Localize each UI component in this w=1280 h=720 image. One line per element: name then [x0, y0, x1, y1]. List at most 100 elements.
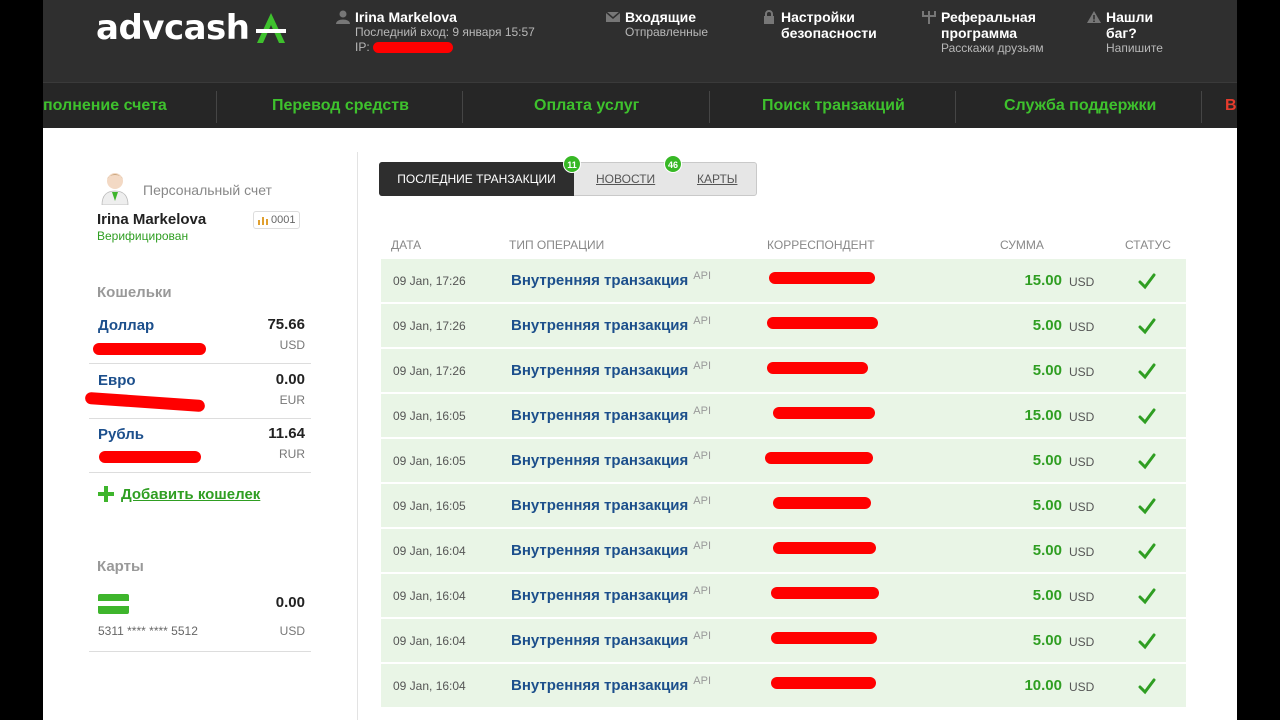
row-currency: USD [1069, 365, 1095, 379]
row-date: 09 Jan, 16:05 [393, 409, 466, 423]
transaction-row[interactable]: 09 Jan, 17:26 Внутренняя транзакция API 5.0… [381, 304, 1186, 348]
row-date: 09 Jan, 16:04 [393, 544, 466, 558]
wallet-eur[interactable]: Евро 0.00 EUR [84, 364, 311, 419]
nav-search-transactions[interactable]: Поиск транзакций [762, 83, 905, 129]
transaction-row[interactable]: 09 Jan, 16:04 Внутренняя транзакция API 5.0… [381, 529, 1186, 573]
row-currency: USD [1069, 500, 1095, 514]
row-api-tag: API [693, 270, 712, 282]
wallet-name[interactable]: Доллар [98, 317, 154, 334]
correspondent-redaction [767, 317, 878, 329]
row-type-link[interactable]: Внутренняя транзакция API [511, 675, 711, 694]
main-nav: полнение счета Перевод средств Оплата ус… [43, 82, 1237, 128]
envelope-icon [605, 11, 621, 22]
referral-program-link[interactable]: Реферальная программа Расскажи друзьям [922, 9, 1044, 56]
status-check-icon [1138, 318, 1156, 335]
header-user-name: Irina Markelova [355, 9, 457, 25]
row-api-tag: API [693, 585, 712, 597]
wallet-name[interactable]: Евро [98, 372, 136, 389]
transaction-row[interactable]: 09 Jan, 16:05 Внутренняя транзакция API 15.… [381, 394, 1186, 438]
transaction-row[interactable]: 09 Jan, 16:05 Внутренняя транзакция API 5.0… [381, 439, 1186, 483]
add-wallet-button[interactable]: Добавить кошелек [97, 485, 260, 503]
nav-pay-services[interactable]: Оплата услуг [534, 83, 639, 129]
nav-support[interactable]: Служба поддержки [1004, 83, 1156, 129]
transaction-row[interactable]: 09 Jan, 16:04 Внутренняя транзакция API 5.0… [381, 574, 1186, 618]
row-date: 09 Jan, 16:04 [393, 634, 466, 648]
row-type-link[interactable]: Внутренняя транзакция API [511, 540, 711, 559]
wallet-currency: EUR [279, 393, 305, 407]
row-type-link[interactable]: Внутренняя транзакция API [511, 450, 711, 469]
inbox-link[interactable]: Входящие Отправленные [605, 9, 708, 40]
row-date: 09 Jan, 16:04 [393, 589, 466, 603]
security-settings-link[interactable]: Настройки безопасности [764, 9, 877, 41]
row-type-label: Внутренняя транзакция [511, 317, 689, 334]
row-type-link[interactable]: Внутренняя транзакция API [511, 270, 711, 289]
avatar-icon [101, 173, 129, 205]
nav-exit[interactable]: В [1225, 83, 1237, 129]
referral-line1: Реферальная [941, 9, 1036, 25]
transaction-row[interactable]: 09 Jan, 17:26 Внутренняя транзакция API 5.0… [381, 349, 1186, 393]
col-header-correspondent: КОРРЕСПОНДЕНТ [767, 238, 875, 252]
nav-top-up[interactable]: полнение счета [43, 83, 167, 129]
row-api-tag: API [693, 675, 712, 687]
row-date: 09 Jan, 16:05 [393, 499, 466, 513]
security-line2: безопасности [781, 25, 877, 41]
transaction-row[interactable]: 09 Jan, 16:04 Внутренняя транзакция API 10.… [381, 664, 1186, 708]
col-header-date: ДАТА [391, 238, 422, 252]
row-currency: USD [1069, 455, 1095, 469]
wallet-name[interactable]: Рубль [98, 426, 144, 443]
bug-sub: Напишите [1106, 41, 1163, 55]
status-check-icon [1138, 588, 1156, 605]
row-type-label: Внутренняя транзакция [511, 362, 689, 379]
transactions-count-badge: 11 [563, 155, 581, 173]
correspondent-redaction [773, 497, 871, 509]
row-currency: USD [1069, 545, 1095, 559]
tab-news[interactable]: НОВОСТИ [596, 163, 655, 195]
status-check-icon [1138, 498, 1156, 515]
col-header-type: ТИП ОПЕРАЦИИ [509, 238, 605, 252]
card-item[interactable]: 5311 **** **** 5512 0.00 USD [89, 582, 311, 652]
tab-last-transactions[interactable]: ПОСЛЕДНИЕ ТРАНЗАКЦИИ [379, 162, 574, 196]
sent-link[interactable]: Отправленные [625, 25, 708, 40]
row-type-link[interactable]: Внутренняя транзакция API [511, 360, 711, 379]
row-type-link[interactable]: Внутренняя транзакция API [511, 495, 711, 514]
logo-text-cash: cash [163, 8, 250, 48]
inbox-title: Входящие [625, 9, 696, 25]
row-amount: 10.00 [1024, 677, 1062, 694]
row-amount: 5.00 [1032, 542, 1062, 559]
row-api-tag: API [693, 360, 712, 372]
tab-cards[interactable]: КАРТЫ [697, 163, 737, 195]
transaction-row[interactable]: 09 Jan, 16:05 Внутренняя транзакция API 5.0… [381, 484, 1186, 528]
row-type-link[interactable]: Внутренняя транзакция API [511, 585, 711, 604]
correspondent-redaction [771, 587, 879, 599]
status-check-icon [1138, 408, 1156, 425]
wallet-usd[interactable]: Доллар 75.66 USD [89, 309, 311, 364]
wallet-rub[interactable]: Рубль 11.64 RUR [89, 418, 311, 473]
wallet-balance: 11.64 [268, 425, 305, 442]
wallet-balance: 0.00 [275, 371, 305, 388]
row-type-link[interactable]: Внутренняя транзакция API [511, 315, 711, 334]
row-api-tag: API [693, 405, 712, 417]
row-api-tag: API [693, 495, 712, 507]
row-type-label: Внутренняя транзакция [511, 677, 689, 694]
correspondent-redaction [769, 272, 875, 284]
advcash-logo[interactable]: adv cash [96, 8, 288, 48]
transaction-row[interactable]: 09 Jan, 16:04 Внутренняя транзакция API 5.0… [381, 619, 1186, 663]
wallet-currency: USD [279, 338, 305, 352]
user-info[interactable]: Irina Markelova Последний вход: 9 января… [336, 9, 535, 55]
row-api-tag: API [693, 540, 712, 552]
row-type-label: Внутренняя транзакция [511, 497, 689, 514]
row-type-link[interactable]: Внутренняя транзакция API [511, 405, 711, 424]
transaction-row[interactable]: 09 Jan, 17:26 Внутренняя транзакция API 15.… [381, 259, 1186, 303]
last-login-text: Последний вход: 9 января 15:57 [355, 25, 535, 39]
bug-line2: баг? [1106, 25, 1137, 41]
row-currency: USD [1069, 410, 1095, 424]
nav-transfer[interactable]: Перевод средств [272, 83, 409, 129]
row-currency: USD [1069, 320, 1095, 334]
row-type-link[interactable]: Внутренняя транзакция API [511, 630, 711, 649]
cards-title: Карты [97, 558, 144, 575]
row-type-label: Внутренняя транзакция [511, 272, 689, 289]
correspondent-redaction [773, 407, 875, 419]
page: adv cash Irina Markelova Последний вход: … [43, 0, 1237, 720]
row-amount: 5.00 [1032, 452, 1062, 469]
report-bug-link[interactable]: Нашли баг? Напишите [1087, 9, 1163, 56]
